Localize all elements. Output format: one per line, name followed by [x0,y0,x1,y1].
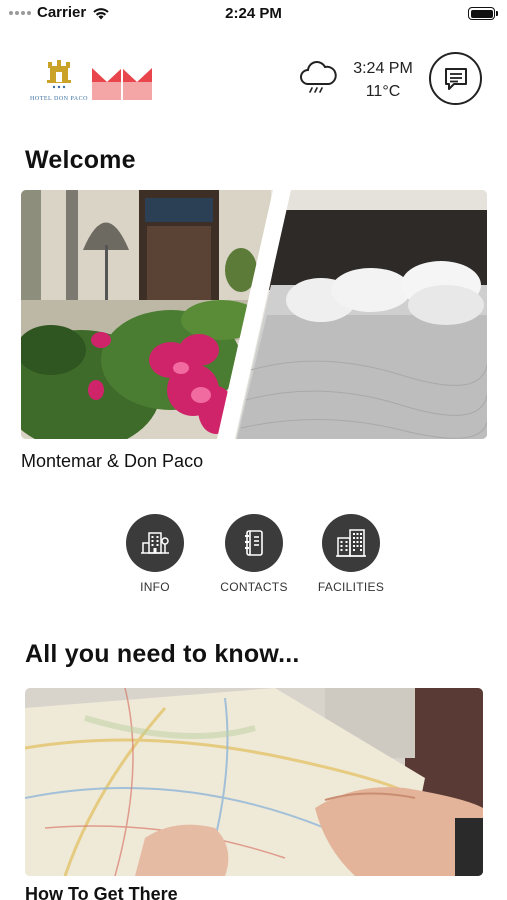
castle-icon [47,60,71,89]
weather-readout: 3:24 PM 11°C [348,57,418,103]
map-photo [25,688,483,876]
hotel-hero-image[interactable] [21,190,487,439]
status-time: 2:24 PM [225,5,282,22]
address-book-icon [245,530,263,556]
contacts-action[interactable]: CONTACTS [209,514,299,594]
battery-icon [468,7,498,20]
facilities-action[interactable]: FACILITIES [306,514,396,594]
montemar-logo [92,68,152,100]
info-action[interactable]: INFO [110,514,200,594]
section-title-know: All you need to know... [25,640,300,668]
welcome-title: Welcome [25,146,136,174]
info-building-icon [141,532,169,554]
contacts-label: CONTACTS [220,580,288,594]
chat-icon [444,67,467,90]
chat-button[interactable] [429,52,482,105]
weather-temperature: 11°C [365,83,401,100]
weather-time: 3:24 PM [353,60,413,77]
contacts-button[interactable] [225,514,283,572]
cloud-rain-icon [300,61,337,93]
logo-text: HOTEL DON PACO [30,96,88,102]
guide-card-title: How To Get There [25,884,178,900]
hotel-name: Montemar & Don Paco [21,451,204,471]
status-bar: Carrier 2:24 PM [0,0,507,28]
info-label: INFO [140,580,170,594]
buildings-icon [336,529,366,557]
hotel-don-paco-logo: HOTEL DON PACO [28,58,90,102]
facilities-button[interactable] [322,514,380,572]
facilities-label: FACILITIES [317,580,385,594]
how-to-get-there-card[interactable] [25,688,483,876]
header: HOTEL DON PACO 3:24 PM 11°C [0,48,507,112]
info-button[interactable] [126,514,184,572]
